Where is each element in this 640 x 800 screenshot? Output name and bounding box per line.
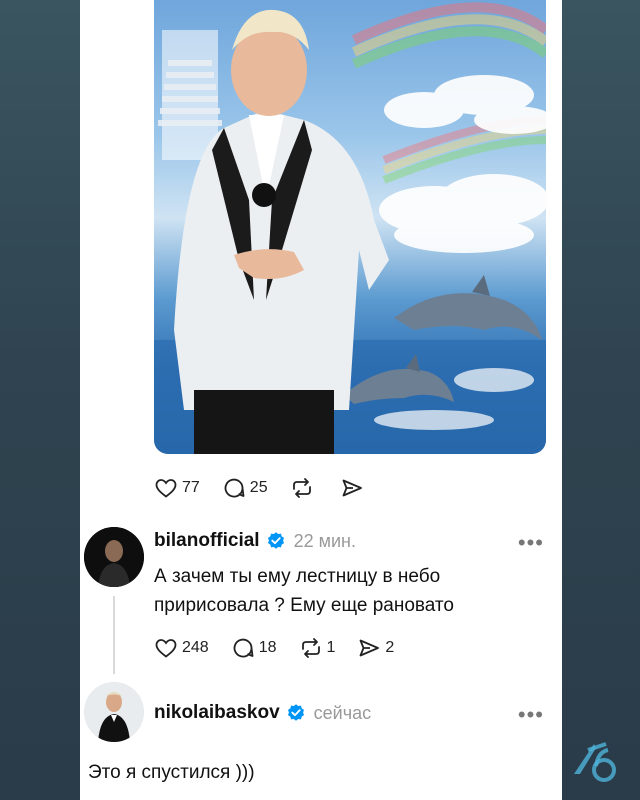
reply-count: 25 xyxy=(249,479,268,496)
avatar[interactable] xyxy=(84,682,144,742)
repost-icon xyxy=(301,638,320,658)
thread-card: 77 25 bilanofficial 22 мин. ••• А зачем … xyxy=(80,0,562,800)
verified-badge-icon xyxy=(287,704,304,721)
post-actions: 77 25 xyxy=(154,476,390,500)
more-options-button[interactable]: ••• xyxy=(518,702,544,728)
reply-count: 18 xyxy=(258,639,277,656)
comment-nikolaibaskov: nikolaibaskov сейчас ••• Это я спустился… xyxy=(80,682,562,800)
comment-timestamp: сейчас xyxy=(313,702,372,723)
repost-count: 1 xyxy=(326,639,336,656)
comment-username[interactable]: nikolaibaskov xyxy=(154,702,280,724)
repost-button[interactable]: 1 xyxy=(299,636,336,660)
comment-timestamp: 22 мин. xyxy=(293,530,356,551)
avatar-image xyxy=(84,682,144,742)
comment-icon xyxy=(233,638,254,658)
comment-icon xyxy=(224,478,245,498)
like-button[interactable]: 77 xyxy=(154,476,200,500)
repost-button[interactable] xyxy=(290,476,318,500)
post-illustration xyxy=(154,2,546,454)
reply-button[interactable]: 18 xyxy=(231,636,277,660)
like-button[interactable]: 248 xyxy=(154,636,209,660)
like-count: 248 xyxy=(182,639,209,656)
verified-badge-icon xyxy=(267,532,284,549)
watermark-logo xyxy=(574,742,616,782)
share-button[interactable]: 2 xyxy=(357,636,394,660)
repost-icon xyxy=(292,478,311,498)
share-icon xyxy=(360,639,380,657)
heart-icon xyxy=(155,479,177,498)
share-button[interactable] xyxy=(340,476,368,500)
comment-actions: 248 18 1 2 xyxy=(154,636,416,660)
comment-bilanofficial: bilanofficial 22 мин. ••• А зачем ты ему… xyxy=(80,522,562,674)
reply-button[interactable]: 25 xyxy=(222,476,268,500)
share-count: 2 xyxy=(385,639,395,656)
avatar-image xyxy=(84,527,144,587)
more-options-button[interactable]: ••• xyxy=(518,530,544,556)
thread-line xyxy=(113,596,115,674)
comment-text: Это я спустился ))) xyxy=(88,762,255,783)
avatar[interactable] xyxy=(84,527,144,587)
like-count: 77 xyxy=(182,479,200,496)
post-image[interactable] xyxy=(154,0,546,454)
heart-icon xyxy=(155,639,177,658)
share-icon xyxy=(342,479,362,497)
comment-username[interactable]: bilanofficial xyxy=(154,530,260,552)
comment-text: А зачем ты ему лестницу в небо пририсова… xyxy=(154,566,454,616)
